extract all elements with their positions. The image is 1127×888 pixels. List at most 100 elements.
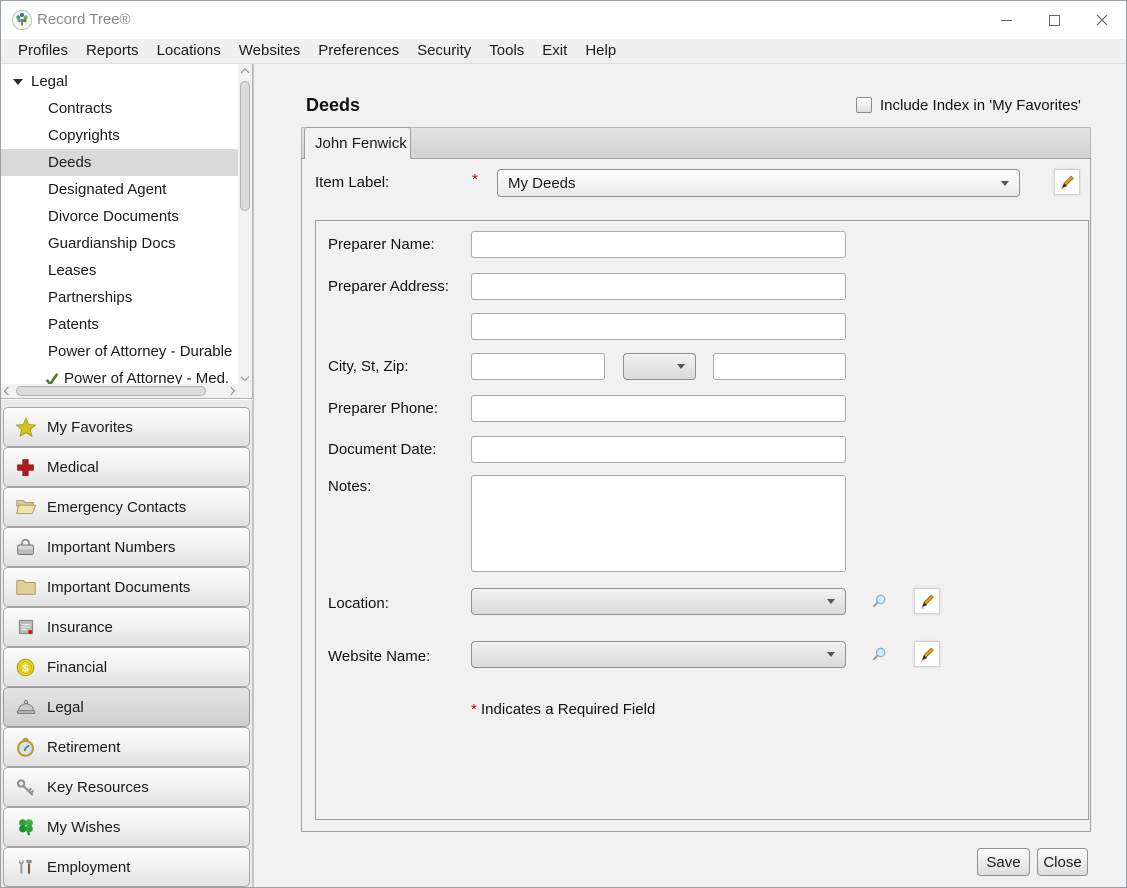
preparer-address-input-2[interactable]: [471, 313, 846, 340]
chevron-down-icon: [241, 373, 249, 381]
category-key-resources[interactable]: Key Resources: [3, 767, 250, 807]
website-name-label: Website Name:: [328, 648, 430, 665]
menu-help[interactable]: Help: [576, 39, 625, 63]
tree-item-guardianship-docs[interactable]: Guardianship Docs: [1, 230, 238, 257]
save-button[interactable]: Save: [977, 848, 1030, 876]
scroll-down-button[interactable]: [238, 370, 252, 384]
pencil-icon: [917, 644, 937, 664]
item-label-dropdown[interactable]: My Deeds: [497, 169, 1020, 197]
include-index-checkbox[interactable]: [856, 97, 872, 113]
notes-textarea[interactable]: [471, 475, 846, 572]
tree-rows: Legal Contracts Copyrights Deeds Designa…: [1, 64, 238, 384]
category-tree-panel: Legal Contracts Copyrights Deeds Designa…: [1, 64, 253, 399]
category-important-documents[interactable]: Important Documents: [3, 567, 250, 607]
window-title: Record Tree®: [37, 1, 131, 39]
zip-input[interactable]: [713, 353, 846, 380]
case-icon: [13, 537, 38, 558]
city-input[interactable]: [471, 353, 605, 380]
category-medical[interactable]: Medical: [3, 447, 250, 487]
edit-item-label-button[interactable]: [1054, 169, 1080, 195]
edit-website-button[interactable]: [914, 641, 940, 667]
tab-page: Item Label: * My Deeds Preparer Name: Pr…: [301, 158, 1091, 832]
dropdown-arrow-icon: [677, 364, 685, 369]
notes-label: Notes:: [328, 478, 371, 495]
tree-item-contracts[interactable]: Contracts: [1, 95, 238, 122]
tab-strip: [301, 127, 1091, 158]
maximize-button[interactable]: [1030, 1, 1078, 39]
category-my-wishes[interactable]: My Wishes: [3, 807, 250, 847]
tree-item-poa-medical[interactable]: Power of Attorney - Med.: [1, 365, 238, 384]
close-button-form[interactable]: Close: [1037, 848, 1088, 876]
category-insurance[interactable]: Insurance: [3, 607, 250, 647]
title-bar: Record Tree®: [1, 1, 1126, 39]
dropdown-arrow-icon: [1001, 181, 1009, 186]
item-label-required-mark: *: [472, 171, 478, 188]
deed-details-groupbox: Preparer Name: Preparer Address: City, S…: [315, 220, 1089, 820]
category-employment[interactable]: Employment: [3, 847, 250, 887]
tree-item-leases[interactable]: Leases: [1, 257, 238, 284]
page-title: Deeds: [306, 95, 360, 116]
edit-location-button[interactable]: [914, 588, 940, 614]
key-icon: [13, 777, 38, 798]
close-button[interactable]: [1078, 1, 1126, 39]
chevron-right-icon: [227, 387, 235, 395]
search-location-button[interactable]: [868, 591, 890, 613]
tree-item-partnerships[interactable]: Partnerships: [1, 284, 238, 311]
menu-security[interactable]: Security: [408, 39, 480, 63]
scroll-up-button[interactable]: [238, 64, 252, 78]
website-name-dropdown[interactable]: [471, 641, 846, 668]
required-field-note: * Indicates a Required Field: [471, 701, 655, 718]
menu-tools[interactable]: Tools: [480, 39, 533, 63]
medical-cross-icon: [13, 457, 38, 478]
tree-horizontal-scrollbar[interactable]: [1, 384, 238, 398]
dome-icon: [13, 696, 38, 718]
category-legal[interactable]: Legal: [3, 687, 250, 727]
tree-item-designated-agent[interactable]: Designated Agent: [1, 176, 238, 203]
tab-john-fenwick[interactable]: John Fenwick: [304, 127, 411, 159]
item-label-value: My Deeds: [498, 175, 1001, 192]
menu-reports[interactable]: Reports: [77, 39, 148, 63]
chevron-up-icon: [241, 68, 249, 76]
tree-item-divorce-documents[interactable]: Divorce Documents: [1, 203, 238, 230]
insurance-document-icon: [13, 617, 38, 637]
scroll-left-button[interactable]: [1, 384, 15, 398]
category-important-numbers[interactable]: Important Numbers: [3, 527, 250, 567]
tree-item-deeds[interactable]: Deeds: [1, 149, 238, 176]
preparer-name-input[interactable]: [471, 231, 846, 258]
minimize-button[interactable]: [982, 1, 1030, 39]
preparer-phone-input[interactable]: [471, 395, 846, 422]
clover-icon: [13, 816, 38, 838]
search-website-button[interactable]: [868, 644, 890, 666]
menu-preferences[interactable]: Preferences: [309, 39, 408, 63]
folder-icon: [13, 576, 38, 598]
category-financial[interactable]: $ Financial: [3, 647, 250, 687]
include-index-label: Include Index in 'My Favorites': [880, 97, 1081, 114]
required-mark: *: [471, 701, 477, 718]
horizontal-scroll-thumb[interactable]: [16, 386, 206, 396]
state-dropdown[interactable]: [623, 353, 696, 380]
location-dropdown[interactable]: [471, 588, 846, 615]
open-folder-icon: [13, 496, 38, 518]
tree-item-poa-durable[interactable]: Power of Attorney - Durable: [1, 338, 238, 365]
menu-websites[interactable]: Websites: [230, 39, 309, 63]
chevron-left-icon: [4, 387, 12, 395]
pocket-watch-icon: [13, 737, 38, 758]
tree-node-legal[interactable]: Legal: [1, 68, 238, 95]
preparer-address-input-1[interactable]: [471, 273, 846, 300]
category-my-favorites[interactable]: My Favorites: [3, 407, 250, 447]
vertical-scroll-thumb[interactable]: [240, 81, 250, 211]
category-emergency-contacts[interactable]: Emergency Contacts: [3, 487, 250, 527]
dropdown-arrow-icon: [827, 652, 835, 657]
tools-icon: [13, 857, 38, 877]
tree-item-patents[interactable]: Patents: [1, 311, 238, 338]
scroll-right-button[interactable]: [224, 384, 238, 398]
collapse-arrow-icon[interactable]: [13, 79, 23, 85]
menu-locations[interactable]: Locations: [148, 39, 230, 63]
category-retirement[interactable]: Retirement: [3, 727, 250, 767]
tree-vertical-scrollbar[interactable]: [238, 64, 252, 384]
tree-item-copyrights[interactable]: Copyrights: [1, 122, 238, 149]
menu-exit[interactable]: Exit: [533, 39, 576, 63]
menu-profiles[interactable]: Profiles: [9, 39, 77, 63]
document-date-input[interactable]: [471, 436, 846, 463]
preparer-address-label: Preparer Address:: [328, 278, 449, 295]
